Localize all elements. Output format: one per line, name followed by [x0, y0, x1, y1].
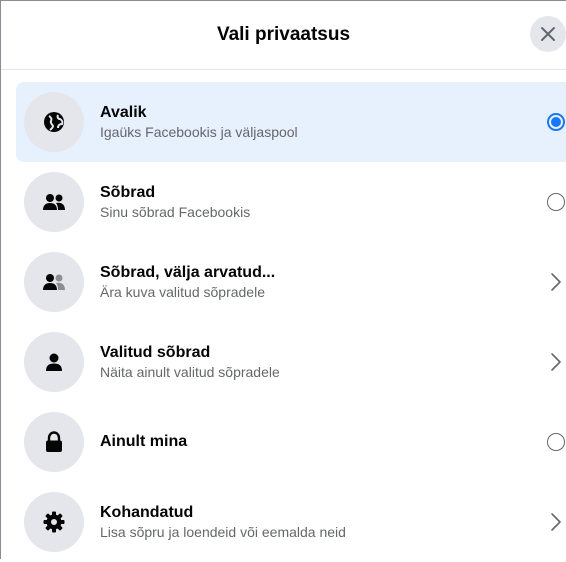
option-custom[interactable]: Kohandatud Lisa sõpru ja loendeid või ee… — [16, 482, 566, 562]
close-button[interactable] — [530, 16, 566, 52]
option-label: Avalik — [100, 104, 147, 121]
radio-unselected[interactable] — [546, 432, 566, 452]
option-label: Sõbrad — [100, 184, 156, 201]
lock-icon — [24, 412, 84, 472]
option-description: Näita ainult valitud sõpradele — [100, 364, 280, 380]
option-description: Ära kuva valitud sõpradele — [100, 284, 265, 300]
option-public[interactable]: Avalik Igaüks Facebookis ja väljaspool — [16, 82, 566, 162]
chevron-right-icon[interactable] — [546, 272, 566, 292]
option-only-me[interactable]: Ainult mina — [16, 402, 566, 482]
privacy-dialog: Vali privaatsus Avalik Igaüks Facebookis… — [0, 0, 566, 559]
chevron-right-icon[interactable] — [546, 352, 566, 372]
option-label: Valitud sõbrad — [100, 344, 211, 361]
friends-icon — [24, 172, 84, 232]
dialog-title: Vali privaatsus — [216, 24, 351, 45]
chevron-right-icon[interactable] — [546, 512, 566, 532]
privacy-options-list: Avalik Igaüks Facebookis ja väljaspool S… — [1, 70, 566, 562]
globe-icon — [24, 92, 84, 152]
option-specific-friends[interactable]: Valitud sõbrad Näita ainult valitud sõpr… — [16, 322, 566, 402]
option-description: Igaüks Facebookis ja väljaspool — [100, 124, 298, 140]
option-description: Sinu sõbrad Facebookis — [100, 204, 251, 220]
person-icon — [24, 332, 84, 392]
gear-icon — [24, 492, 84, 552]
dialog-header: Vali privaatsus — [1, 1, 566, 70]
friends-except-icon — [24, 252, 84, 312]
option-label: Sõbrad, välja arvatud... — [100, 264, 276, 281]
option-label: Ainult mina — [100, 433, 188, 450]
option-description: Lisa sõpru ja loendeid või eemalda neid — [100, 524, 346, 540]
radio-unselected[interactable] — [546, 192, 566, 212]
option-friends-except[interactable]: Sõbrad, välja arvatud... Ära kuva valitu… — [16, 242, 566, 322]
option-label: Kohandatud — [100, 504, 194, 521]
option-friends[interactable]: Sõbrad Sinu sõbrad Facebookis — [16, 162, 566, 242]
close-icon — [541, 27, 555, 41]
radio-selected[interactable] — [546, 112, 566, 132]
